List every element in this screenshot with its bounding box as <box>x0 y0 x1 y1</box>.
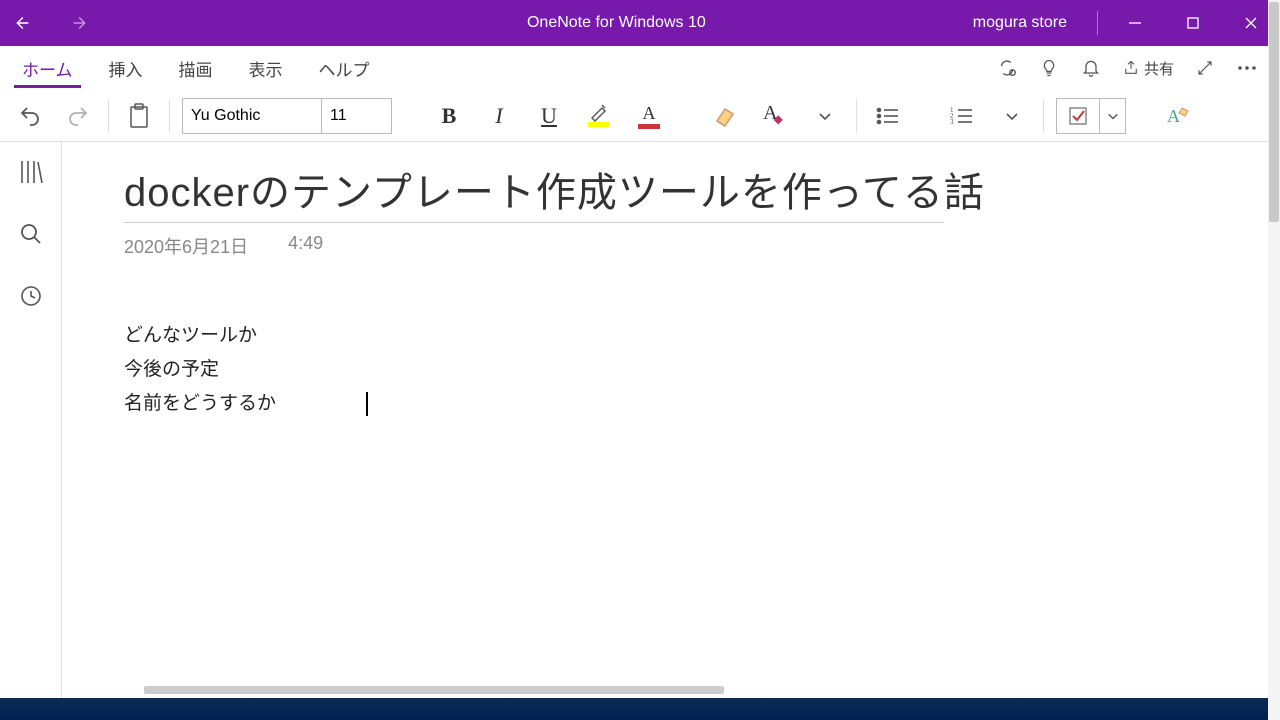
menu-bar: ホーム 挿入 描画 表示 ヘルプ 共有 <box>0 46 1280 90</box>
ribbon: B I U A A ◆ 123 <box>0 90 1280 142</box>
chevron-down-icon <box>1107 110 1119 122</box>
more-format-button[interactable] <box>806 97 844 135</box>
library-icon <box>19 159 43 185</box>
todo-tag-button[interactable] <box>1056 98 1100 134</box>
share-label: 共有 <box>1144 58 1174 79</box>
taskbar <box>0 698 1280 720</box>
account-name[interactable]: mogura store <box>943 11 1098 35</box>
text-cursor <box>366 392 368 416</box>
search-icon <box>19 222 43 246</box>
number-list-icon: 123 <box>950 106 974 126</box>
left-sidebar <box>0 142 62 698</box>
fullscreen-button[interactable] <box>1184 46 1226 90</box>
font-color-button[interactable]: A <box>630 97 668 135</box>
share-icon <box>1122 59 1140 77</box>
svg-text:3: 3 <box>950 118 954 126</box>
font-size-input[interactable] <box>322 98 392 134</box>
maximize-icon <box>1187 17 1199 29</box>
minimize-icon <box>1129 17 1141 29</box>
bell-icon <box>1081 58 1101 78</box>
scroll-thumb[interactable] <box>1269 2 1279 222</box>
expand-icon <box>1196 59 1214 77</box>
vertical-scrollbar[interactable] <box>1268 0 1280 720</box>
tag-dropdown[interactable] <box>1100 98 1126 134</box>
arrow-left-icon <box>10 12 32 34</box>
note-line[interactable]: 名前をどうするか <box>124 387 1218 421</box>
bullet-list-button[interactable] <box>869 97 907 135</box>
note-content[interactable]: dockerのテンプレート作成ツールを作ってる話 2020年6月21日 4:49… <box>62 142 1280 698</box>
more-button[interactable] <box>1226 46 1268 90</box>
note-line[interactable]: どんなツールか <box>124 319 1218 353</box>
recent-button[interactable] <box>15 280 47 312</box>
highlighter-icon <box>588 104 610 122</box>
undo-button[interactable] <box>12 98 48 134</box>
highlight-button[interactable] <box>580 97 618 135</box>
bold-button[interactable]: B <box>430 97 468 135</box>
svg-text:A: A <box>1167 106 1180 126</box>
clipboard-button[interactable] <box>121 98 157 134</box>
arrow-right-icon <box>70 12 92 34</box>
forward-button[interactable] <box>70 12 100 34</box>
note-time: 4:49 <box>288 233 323 259</box>
clock-icon <box>19 284 43 308</box>
bullet-list-icon <box>876 106 900 126</box>
note-line[interactable]: 今後の予定 <box>124 353 1218 387</box>
underline-button[interactable]: U <box>530 97 568 135</box>
chevron-down-icon <box>818 109 832 123</box>
italic-button[interactable]: I <box>480 97 518 135</box>
title-bar: OneNote for Windows 10 mogura store <box>0 0 1280 46</box>
tips-button[interactable] <box>1028 46 1070 90</box>
styles-button[interactable]: A <box>1160 97 1198 135</box>
back-button[interactable] <box>10 12 40 34</box>
close-icon <box>1245 17 1257 29</box>
notifications-button[interactable] <box>1070 46 1112 90</box>
minimize-button[interactable] <box>1106 0 1164 46</box>
more-list-button[interactable] <box>993 97 1031 135</box>
tab-help[interactable]: ヘルプ <box>301 46 388 90</box>
note-title[interactable]: dockerのテンプレート作成ツールを作ってる話 <box>124 160 1218 222</box>
sync-button[interactable] <box>986 46 1028 90</box>
notebooks-button[interactable] <box>15 156 47 188</box>
redo-icon <box>66 104 90 128</box>
maximize-button[interactable] <box>1164 0 1222 46</box>
app-title: OneNote for Windows 10 <box>110 14 943 32</box>
lightbulb-icon <box>1039 58 1059 78</box>
sync-icon <box>996 57 1018 79</box>
tab-draw[interactable]: 描画 <box>161 46 231 90</box>
number-list-button[interactable]: 123 <box>943 97 981 135</box>
tab-insert[interactable]: 挿入 <box>91 46 161 90</box>
styles-icon: A <box>1166 104 1192 128</box>
ellipsis-icon <box>1237 65 1257 71</box>
font-name-input[interactable] <box>182 98 322 134</box>
eraser-icon <box>713 105 737 127</box>
main-area: dockerのテンプレート作成ツールを作ってる話 2020年6月21日 4:49… <box>0 142 1280 698</box>
clipboard-icon <box>128 103 150 129</box>
tab-home[interactable]: ホーム <box>4 46 91 90</box>
chevron-down-icon <box>1005 109 1019 123</box>
clear-formatting-button[interactable] <box>706 97 744 135</box>
horizontal-scrollbar[interactable] <box>144 686 724 694</box>
note-date: 2020年6月21日 <box>124 233 248 259</box>
tab-view[interactable]: 表示 <box>231 46 301 90</box>
format-painter-button[interactable]: A ◆ <box>756 97 794 135</box>
search-button[interactable] <box>15 218 47 250</box>
redo-button[interactable] <box>60 98 96 134</box>
share-button[interactable]: 共有 <box>1112 46 1184 90</box>
undo-icon <box>18 104 42 128</box>
checkbox-icon <box>1068 106 1088 126</box>
